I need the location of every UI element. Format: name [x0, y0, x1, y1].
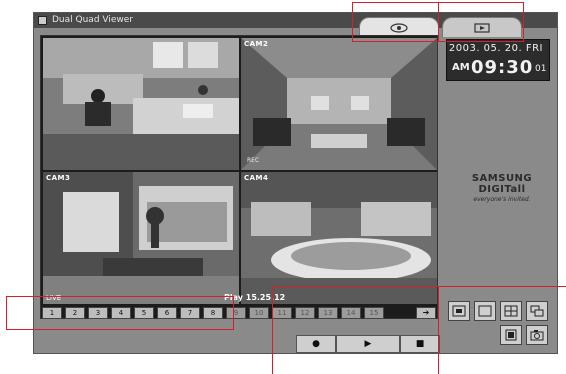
camera-2-label: CAM2 — [244, 40, 269, 48]
single-view-button[interactable] — [448, 301, 470, 321]
quad-view-icon — [504, 305, 518, 317]
date-time-display: 2003. 05. 20. FRI AM 09:30 01 — [446, 39, 550, 81]
samsung-logo: SAMSUNG DIGITall everyone's invited. — [452, 173, 552, 203]
play-button[interactable]: ▶ — [336, 335, 400, 353]
sequence-button[interactable] — [500, 325, 522, 345]
brand-name: SAMSUNG DIGITall — [471, 173, 533, 195]
camera-4-label: CAM4 — [244, 174, 269, 182]
date-readout: 2003. 05. 20. FRI — [448, 43, 543, 54]
channel-button-13[interactable]: 13 — [318, 307, 338, 319]
ampm-readout: AM — [452, 62, 470, 73]
camera-3-image — [43, 172, 239, 304]
full-view-button[interactable] — [474, 301, 496, 321]
camera-4-image — [241, 172, 437, 304]
camera-1-image — [43, 38, 239, 170]
window-title: Dual Quad Viewer — [52, 15, 133, 25]
camera-icon — [530, 330, 544, 341]
stop-icon: ■ — [415, 339, 425, 349]
seconds-readout: 01 — [535, 64, 547, 74]
callout-line-top — [272, 286, 566, 287]
single-view-icon — [452, 305, 466, 317]
channel-button-15[interactable]: 15 — [364, 307, 384, 319]
camera-view-1[interactable] — [43, 38, 239, 170]
camera-view-3[interactable]: CAM3 — [43, 172, 239, 304]
record-icon: ● — [312, 339, 320, 349]
next-channel-button[interactable]: ➔ — [416, 307, 436, 319]
camera-view-2[interactable]: CAM2 REC — [241, 38, 437, 170]
quad-view-button[interactable] — [500, 301, 522, 321]
channel-button-12[interactable]: 12 — [295, 307, 315, 319]
camera-3-label: CAM3 — [46, 174, 71, 182]
camera-2-image — [241, 38, 437, 170]
channel-button-10[interactable]: 10 — [249, 307, 269, 319]
app-icon[interactable] — [38, 16, 47, 25]
callout-line-left — [272, 286, 273, 374]
callout-line-right — [438, 286, 439, 374]
arrow-right-icon: ➔ — [422, 308, 430, 317]
capture-button[interactable] — [526, 325, 548, 345]
channel-button-14[interactable]: 14 — [341, 307, 361, 319]
callout-channel-box — [6, 296, 234, 330]
sequence-icon — [505, 329, 517, 341]
play-icon: ▶ — [364, 339, 372, 349]
channel-button-11[interactable]: 11 — [272, 307, 292, 319]
video-quad-area: CAM2 REC CAM3 CAM4 — [40, 35, 438, 319]
callout-tabs-divider — [438, 2, 439, 42]
camera-view-4[interactable]: CAM4 — [241, 172, 437, 304]
cascade-view-button[interactable] — [526, 301, 548, 321]
full-view-icon — [478, 305, 492, 317]
brand-tagline: everyone's invited. — [473, 196, 531, 203]
stop-button[interactable]: ■ — [400, 335, 440, 353]
time-readout: 09:30 — [471, 57, 534, 78]
camera-2-rec-indicator: REC — [247, 157, 260, 164]
record-button[interactable]: ● — [296, 335, 336, 353]
cascade-view-icon — [530, 305, 544, 317]
